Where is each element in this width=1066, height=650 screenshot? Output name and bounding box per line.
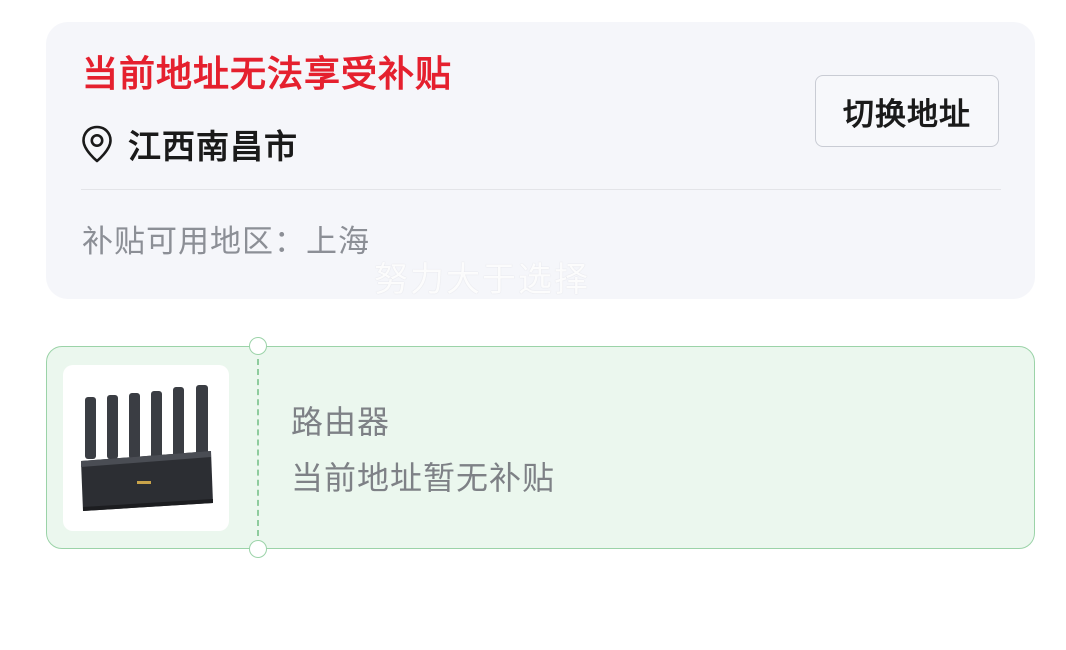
- current-location-row: 江西南昌市: [80, 120, 298, 168]
- current-location-text: 江西南昌市: [128, 127, 298, 166]
- divider: [81, 189, 1001, 190]
- switch-address-button[interactable]: 切换地址: [815, 75, 999, 147]
- product-name: 路由器: [291, 403, 391, 441]
- coupon-notch-top: [249, 337, 267, 355]
- location-pin-icon: [80, 124, 114, 164]
- router-product-image[interactable]: [63, 365, 229, 531]
- product-subsidy-status: 当前地址暂无补贴: [291, 459, 556, 497]
- product-subsidy-coupon[interactable]: 路由器 当前地址暂无补贴: [46, 337, 1035, 558]
- subsidy-warning-title: 当前地址无法享受补贴: [82, 54, 453, 95]
- address-card: 当前地址无法享受补贴 江西南昌市 切换地址 补贴可用地区：上海 努力大于选择: [46, 22, 1035, 300]
- coupon-dashed-divider: [257, 359, 259, 536]
- coupon-notch-bottom: [249, 540, 267, 558]
- available-region-label: 补贴可用地区：: [82, 224, 306, 260]
- available-region-value: 上海: [306, 224, 370, 260]
- watermark-text: 努力大于选择: [374, 260, 590, 300]
- available-region-row: 补贴可用地区：上海: [82, 216, 370, 261]
